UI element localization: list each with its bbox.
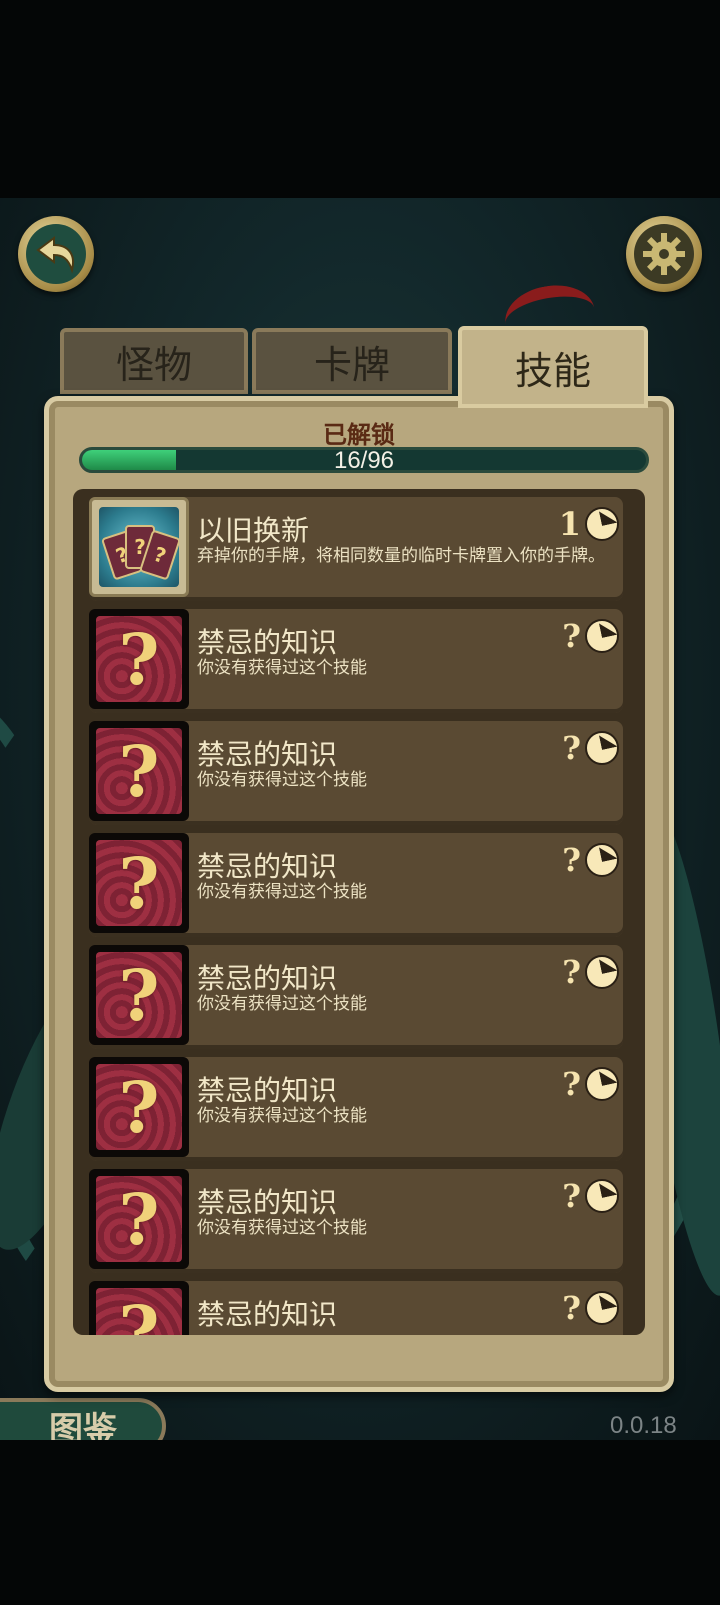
skill-description: 你没有获得过这个技能: [197, 658, 367, 678]
settings-button[interactable]: [626, 216, 702, 292]
skill-description: 你没有获得过这个技能: [197, 770, 367, 790]
cost-value: ?: [562, 729, 581, 767]
skill-item[interactable]: ? 禁忌的知识 ?: [89, 1281, 623, 1335]
cost-value: ?: [562, 617, 581, 655]
skill-cost: ?: [562, 841, 619, 879]
skill-list[interactable]: ? ? ? 以旧换新 弃掉你的手牌，将相同数量的临时卡牌置入你的手牌。 1 ? …: [73, 489, 645, 1335]
skill-description: 你没有获得过这个技能: [197, 1218, 367, 1238]
skill-cost: ?: [562, 617, 619, 655]
back-arrow-icon: [26, 224, 86, 284]
cost-value: 1: [558, 505, 581, 543]
clock-icon: [585, 843, 619, 877]
bottom-letterbox: [0, 1440, 720, 1605]
clock-icon: [585, 619, 619, 653]
skill-item[interactable]: ? 禁忌的知识 你没有获得过这个技能 ?: [89, 945, 623, 1049]
cost-value: ?: [562, 1065, 581, 1103]
skill-cost: ?: [562, 1065, 619, 1103]
skill-cost: ?: [562, 953, 619, 991]
locked-question-icon: ?: [96, 1288, 182, 1335]
locked-question-icon: ?: [96, 1064, 182, 1150]
tab-skills[interactable]: 技能: [458, 326, 648, 408]
skill-icon: ? ? ?: [89, 497, 189, 597]
locked-question-icon: ?: [96, 616, 182, 702]
gear-icon: [634, 224, 694, 284]
skill-description: 你没有获得过这个技能: [197, 1106, 367, 1126]
progress-text: 16/96: [333, 447, 395, 473]
clock-icon: [585, 1067, 619, 1101]
cost-value: ?: [562, 1289, 581, 1327]
locked-question-icon: ?: [96, 952, 182, 1038]
skill-name: 禁忌的知识: [197, 626, 338, 659]
back-button[interactable]: [18, 216, 94, 292]
skill-item[interactable]: ? 禁忌的知识 你没有获得过这个技能 ?: [89, 721, 623, 825]
locked-question-icon: ?: [96, 728, 182, 814]
clock-icon: [585, 507, 619, 541]
unlock-progress-bar: 16/96: [79, 447, 649, 473]
cost-value: ?: [562, 1177, 581, 1215]
clock-icon: [585, 731, 619, 765]
skill-name: 禁忌的知识: [197, 962, 338, 995]
tab-monsters[interactable]: 怪物: [60, 328, 248, 394]
skill-name: 禁忌的知识: [197, 1298, 338, 1331]
skill-name: 禁忌的知识: [197, 1074, 338, 1107]
skill-icon: ?: [89, 1281, 189, 1335]
skill-icon: ?: [89, 1057, 189, 1157]
clock-icon: [585, 1179, 619, 1213]
skill-icon: ?: [89, 721, 189, 821]
skills-panel: 已解锁 16/96 ? ? ? 以旧换新 弃掉你的手牌，将相同数量的临时卡牌置入…: [44, 396, 674, 1392]
skill-cost: ?: [562, 1177, 619, 1215]
version-label: 0.0.18: [610, 1412, 677, 1439]
skill-icon: ?: [89, 945, 189, 1045]
skill-icon: ?: [89, 609, 189, 709]
skill-name: 禁忌的知识: [197, 738, 338, 771]
skill-name: 禁忌的知识: [197, 1186, 338, 1219]
clock-icon: [585, 1291, 619, 1325]
locked-question-icon: ?: [96, 1176, 182, 1262]
skill-cost: ?: [562, 729, 619, 767]
skill-cost: 1: [559, 505, 619, 543]
top-letterbox: [0, 0, 720, 198]
skill-item[interactable]: ? 禁忌的知识 你没有获得过这个技能 ?: [89, 609, 623, 713]
skill-item[interactable]: ? ? ? 以旧换新 弃掉你的手牌，将相同数量的临时卡牌置入你的手牌。 1: [89, 497, 623, 601]
tab-cards[interactable]: 卡牌: [252, 328, 452, 394]
skill-icon: ?: [89, 1169, 189, 1269]
unlocked-title: 已解锁: [323, 421, 395, 449]
cards-icon: ? ? ?: [99, 507, 179, 587]
skill-cost: ?: [562, 1289, 619, 1327]
skill-description: 你没有获得过这个技能: [197, 882, 367, 902]
cost-value: ?: [562, 953, 581, 991]
skill-description: 弃掉你的手牌，将相同数量的临时卡牌置入你的手牌。: [197, 546, 605, 566]
skill-name: 禁忌的知识: [197, 850, 338, 883]
clock-icon: [585, 955, 619, 989]
skill-name: 以旧换新: [197, 514, 310, 547]
cost-value: ?: [562, 841, 581, 879]
locked-question-icon: ?: [96, 840, 182, 926]
skill-item[interactable]: ? 禁忌的知识 你没有获得过这个技能 ?: [89, 1057, 623, 1161]
skill-item[interactable]: ? 禁忌的知识 你没有获得过这个技能 ?: [89, 1169, 623, 1273]
skill-description: 你没有获得过这个技能: [197, 994, 367, 1014]
skill-item[interactable]: ? 禁忌的知识 你没有获得过这个技能 ?: [89, 833, 623, 937]
skill-icon: ?: [89, 833, 189, 933]
